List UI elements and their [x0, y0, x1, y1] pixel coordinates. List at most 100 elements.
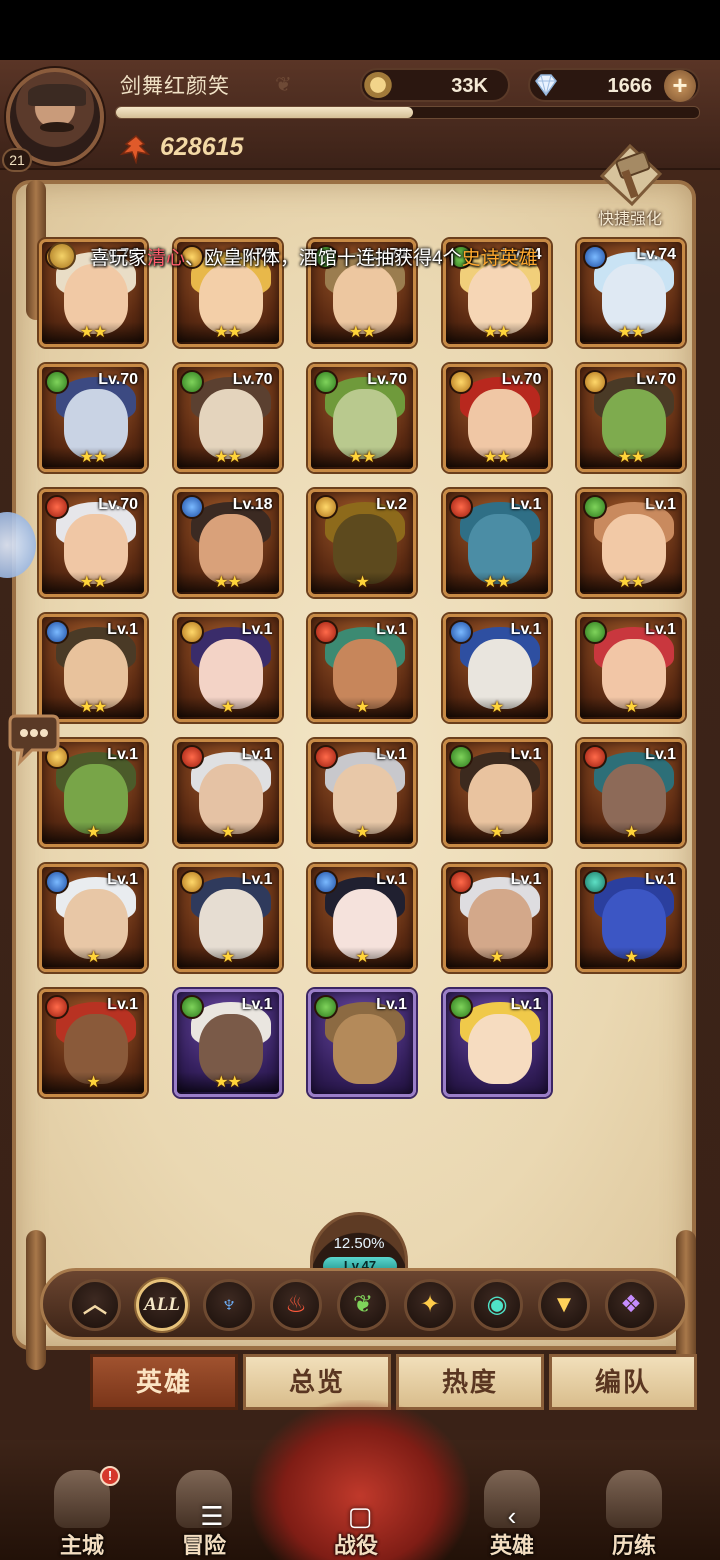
chevron-up-filter-button[interactable]: ︿ — [69, 1279, 121, 1331]
hero-level: Lv.1 — [510, 996, 542, 1013]
chat-icon[interactable] — [2, 712, 66, 768]
all-filter-button[interactable]: ALL — [136, 1279, 188, 1331]
faction-gold-icon — [448, 370, 473, 394]
nav-training-label: 历练 — [611, 1533, 656, 1558]
hero-stars: ★ — [176, 697, 279, 717]
faction-red-icon — [314, 745, 338, 769]
hero-level: Lv.1 — [241, 746, 273, 763]
faction-green-icon — [179, 370, 204, 394]
player-name: 剑舞红颜笑 — [120, 75, 230, 98]
gold-value: 33K — [451, 75, 488, 97]
hero-card[interactable]: Lv.1 ★★ — [577, 489, 685, 597]
hero-level: Lv.70 — [232, 371, 273, 388]
hero-stars: ★★ — [445, 572, 548, 592]
nav-main-city-label: 主城 — [59, 1533, 104, 1558]
nav-training[interactable]: 历练 — [584, 1470, 684, 1560]
player-level-badge: 21 — [2, 148, 32, 172]
hero-card[interactable]: Lv.1 ★ — [308, 864, 416, 972]
menu-key[interactable]: ☰ — [192, 1496, 232, 1536]
hero-card[interactable]: Lv.1 ★ — [442, 864, 551, 972]
hero-card[interactable]: Lv.1 ★ — [308, 739, 416, 847]
hero-stars: ★ — [445, 822, 548, 842]
faction-green-filter-button[interactable]: ❦ — [337, 1279, 389, 1331]
hero-card[interactable]: Lv.1 ★ — [173, 614, 282, 722]
faction-purple-filter-button[interactable]: ❖ — [605, 1279, 657, 1331]
hero-level: Lv.1 — [510, 871, 542, 888]
hero-stars: ★ — [445, 697, 548, 717]
chevron-up-icon: ︿ — [83, 1291, 107, 1318]
hero-card[interactable]: Lv.18 ★★ — [173, 489, 282, 597]
avatar-hat — [28, 84, 86, 106]
hero-stars: ★ — [311, 572, 413, 592]
hero-card[interactable]: Lv.1 ★ — [442, 739, 551, 847]
hero-card[interactable]: Lv.1 ★★ — [39, 614, 147, 722]
hero-roster-screen: 21 剑舞红颜笑 ❦ 628615 33K 1666 + 快捷强化 喜玩家清心、… — [0, 0, 720, 1560]
hero-card[interactable]: Lv.70 ★★ — [39, 364, 147, 472]
hero-stars: ★★ — [176, 572, 279, 592]
hero-portrait — [467, 1014, 532, 1084]
faction-red-icon: ♨ — [285, 1291, 307, 1318]
hero-card[interactable]: Lv.1 ★★ — [442, 489, 551, 597]
hero-stars: ★★ — [580, 322, 682, 342]
faction-purple-icon: ❖ — [620, 1291, 642, 1318]
faction-gold-icon: ✦ — [419, 1291, 441, 1318]
hero-card[interactable]: Lv.70 ★★ — [39, 489, 147, 597]
faction-yellow-filter-button[interactable]: ▼ — [538, 1279, 590, 1331]
status-bar — [0, 0, 720, 60]
faction-blue-filter-button[interactable]: ♆ — [203, 1279, 255, 1331]
hero-card[interactable]: Lv.70 ★★ — [442, 364, 551, 472]
hero-card[interactable]: Lv.2 ★ — [308, 489, 416, 597]
hero-card[interactable]: Lv.1 ★★ — [173, 989, 282, 1097]
hero-level: Lv.1 — [107, 621, 138, 638]
hero-card[interactable]: Lv.70 ★★ — [577, 364, 685, 472]
quick-upgrade-label[interactable]: 快捷强化 — [580, 205, 680, 229]
hero-card[interactable]: Lv.1 ★ — [39, 864, 147, 972]
tab-heroes[interactable]: 英雄 — [90, 1354, 238, 1410]
hero-stars: ★★ — [311, 447, 413, 467]
faction-green-icon — [583, 495, 607, 519]
hero-stars: ★ — [580, 822, 682, 842]
hammer-icon[interactable] — [590, 138, 670, 208]
hero-card[interactable]: Lv.70 ★★ — [173, 364, 282, 472]
hero-card[interactable]: Lv.1 ★ — [39, 989, 147, 1097]
faction-red-filter-button[interactable]: ♨ — [270, 1279, 322, 1331]
faction-red-icon — [179, 745, 204, 769]
hero-card[interactable]: Lv.1 ★ — [308, 614, 416, 722]
hero-portrait — [333, 1014, 397, 1084]
faction-filter-bar: ︿ ALL ♆ ♨ ❦ ✦ ◉ ▼ ❖ — [40, 1268, 688, 1340]
home-key[interactable]: ▢ — [340, 1496, 380, 1536]
hero-card[interactable]: Lv.1 ★ — [577, 614, 685, 722]
hero-level: Lv.1 — [107, 996, 138, 1013]
faction-teal-filter-button[interactable]: ◉ — [471, 1279, 523, 1331]
hero-card[interactable]: Lv.1 ★ — [577, 739, 685, 847]
faction-blue-icon: ♆ — [220, 1291, 238, 1318]
back-key[interactable]: ‹ — [492, 1496, 532, 1536]
avatar-mustache — [40, 122, 74, 132]
tab-formation[interactable]: 编队 — [549, 1354, 697, 1410]
hero-card[interactable]: Lv.70 ★★ — [308, 364, 416, 472]
hero-level: Lv.1 — [510, 746, 542, 763]
faction-gold-filter-button[interactable]: ✦ — [404, 1279, 456, 1331]
hero-level: Lv.1 — [645, 496, 676, 513]
hero-card[interactable]: Lv.1 — [308, 989, 416, 1097]
faction-teal-icon: ◉ — [486, 1291, 508, 1318]
add-gems-button[interactable]: + — [664, 70, 696, 102]
hero-level: Lv.70 — [367, 371, 407, 388]
hero-stars: ★ — [42, 1072, 144, 1092]
collection-percent: 12.50% — [333, 1235, 385, 1252]
hero-level: Lv.70 — [98, 496, 138, 513]
hero-stars: ★ — [580, 947, 682, 967]
faction-green-icon — [448, 745, 473, 769]
hero-stars: ★★ — [311, 322, 413, 342]
hero-card[interactable]: Lv.1 ★ — [173, 864, 282, 972]
hero-card[interactable]: Lv.1 — [442, 989, 551, 1097]
hero-card[interactable]: Lv.1 ★ — [173, 739, 282, 847]
nav-main-city[interactable]: 主城 — [32, 1470, 132, 1560]
hero-stars: ★ — [176, 947, 279, 967]
faction-green-icon: ❦ — [352, 1291, 374, 1318]
faction-green-icon — [45, 370, 69, 394]
hero-card[interactable]: Lv.1 ★ — [442, 614, 551, 722]
diamond-icon — [535, 74, 557, 97]
hero-card[interactable]: Lv.1 ★ — [577, 864, 685, 972]
faction-blue-icon — [45, 620, 69, 644]
